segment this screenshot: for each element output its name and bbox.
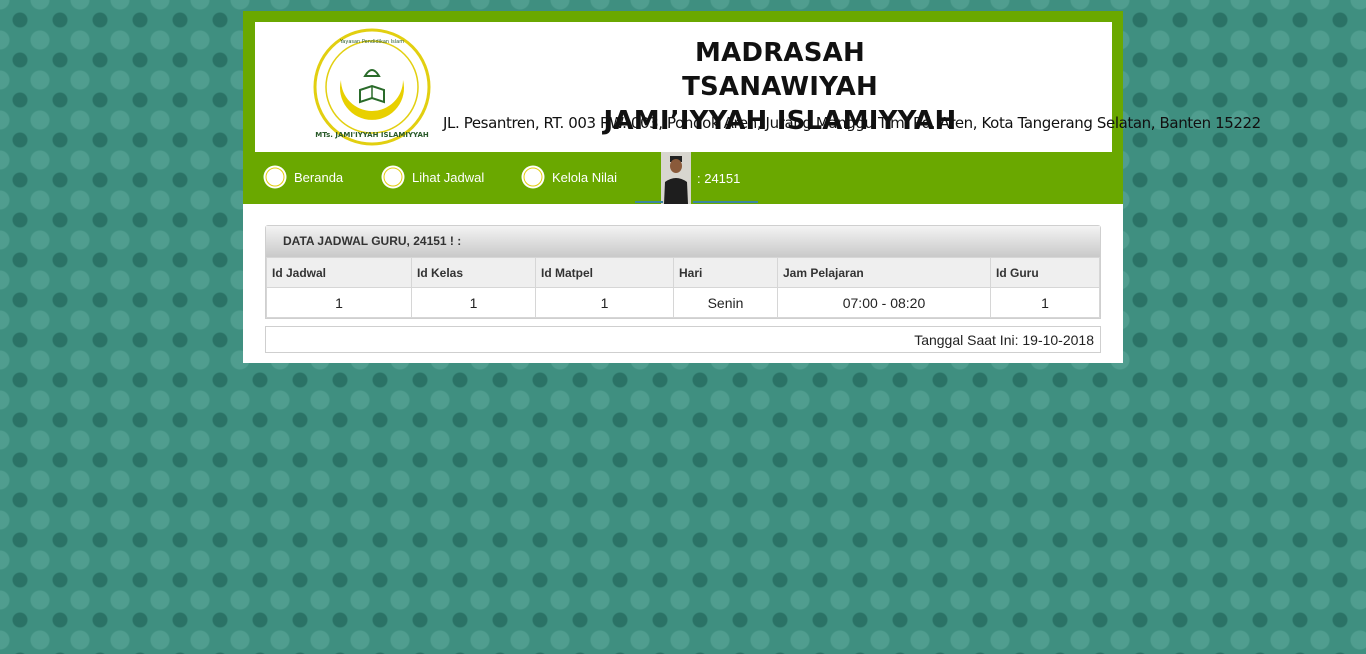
table-cell: 1 (266, 287, 412, 318)
svg-text:Yayasan Pendidikan Islam: Yayasan Pendidikan Islam (339, 39, 404, 45)
nav-item-kelola-nilai[interactable]: Kelola Nilai (521, 152, 617, 202)
table-row: 1 1 1 Senin 07:00 - 08:20 1 (266, 287, 1100, 318)
nav-divider (693, 201, 758, 203)
school-logo-icon (263, 165, 287, 189)
table-cell: 1 (535, 287, 674, 318)
table-cell: 1 (411, 287, 536, 318)
column-header: Hari (673, 257, 778, 288)
main-nav: Beranda Lihat Jadwal Kelola Nilai: 2415… (243, 152, 1123, 204)
nav-divider (635, 201, 663, 203)
title-line-1: MADRASAH TSANAWIYAH (682, 38, 878, 102)
column-header: Id Kelas (411, 257, 536, 288)
column-header: Jam Pelajaran (777, 257, 991, 288)
table-cell: 07:00 - 08:20 (777, 287, 991, 318)
column-header: Id Jadwal (266, 257, 412, 288)
user-id-label: : 24151 (697, 170, 741, 186)
table-cell: Senin (673, 287, 778, 318)
nav-user[interactable]: : 24151 (661, 152, 740, 204)
header: MTs. JAMI'IYYAH ISLAMIYYAH Yayasan Pendi… (243, 11, 1261, 204)
nav-item-lihat-jadwal[interactable]: Lihat Jadwal (381, 152, 484, 202)
schedule-panel: DATA JADWAL GURU, 24151 ! : Id Jadwal Id… (265, 225, 1101, 319)
page-wrapper: MTs. JAMI'IYYAH ISLAMIYYAH Yayasan Pendi… (243, 11, 1261, 363)
main-content: DATA JADWAL GURU, 24151 ! : Id Jadwal Id… (243, 204, 1123, 363)
avatar (661, 152, 691, 204)
nav-label: Kelola Nilai (552, 169, 618, 185)
school-logo-icon (381, 165, 405, 189)
school-logo-icon (521, 165, 545, 189)
column-header: Id Matpel (535, 257, 674, 288)
school-logo: MTs. JAMI'IYYAH ISLAMIYYAH Yayasan Pendi… (313, 28, 431, 146)
table-cell: 1 (990, 287, 1100, 318)
svg-text:MTs. JAMI'IYYAH ISLAMIYYAH: MTs. JAMI'IYYAH ISLAMIYYAH (315, 131, 429, 139)
date-footer: Tanggal Saat Ini: 19-10-2018 (265, 326, 1101, 353)
panel-title: DATA JADWAL GURU, 24151 ! : (266, 226, 1100, 257)
nav-label: Beranda (294, 169, 344, 185)
nav-item-beranda[interactable]: Beranda (263, 152, 343, 202)
table-header-row: Id Jadwal Id Kelas Id Matpel Hari Jam Pe… (266, 257, 1100, 288)
column-header: Id Guru (990, 257, 1100, 288)
school-address: JL. Pesantren, RT. 003 RW. 003, Pondok A… (443, 114, 1261, 132)
user-photo (661, 152, 691, 204)
nav-label: Lihat Jadwal (412, 169, 485, 185)
school-banner: MTs. JAMI'IYYAH ISLAMIYYAH Yayasan Pendi… (255, 22, 1261, 152)
schedule-table: Id Jadwal Id Kelas Id Matpel Hari Jam Pe… (266, 257, 1100, 318)
